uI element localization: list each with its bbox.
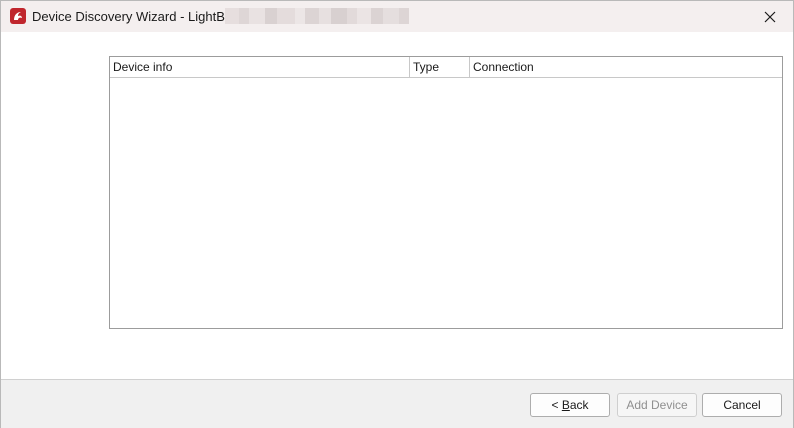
close-button[interactable] [747,1,793,32]
back-button-mnemonic: B [561,398,570,412]
back-button-label: ack [569,398,589,412]
back-button-prefix: < [551,398,562,412]
column-header-connection[interactable]: Connection [470,57,782,77]
add-device-button[interactable]: Add Device [617,393,697,417]
table-body[interactable] [110,78,782,328]
column-header-device-info[interactable]: Device info [110,57,410,77]
column-header-type[interactable]: Type [410,57,470,77]
dialog-window: Device Discovery Wizard - LightBurn Devi… [0,0,794,428]
close-icon [764,11,776,22]
redacted-title-text [225,8,409,24]
table-header: Device info Type Connection [110,57,782,78]
cancel-button[interactable]: Cancel [702,393,782,417]
button-bar: < Back Add Device Cancel [1,379,793,428]
window-title: Device Discovery Wizard - LightBurn [32,9,244,24]
device-table[interactable]: Device info Type Connection [109,56,783,329]
back-button[interactable]: < Back [530,393,610,417]
lightburn-app-icon [10,8,26,24]
title-bar[interactable]: Device Discovery Wizard - LightBurn [1,1,793,32]
